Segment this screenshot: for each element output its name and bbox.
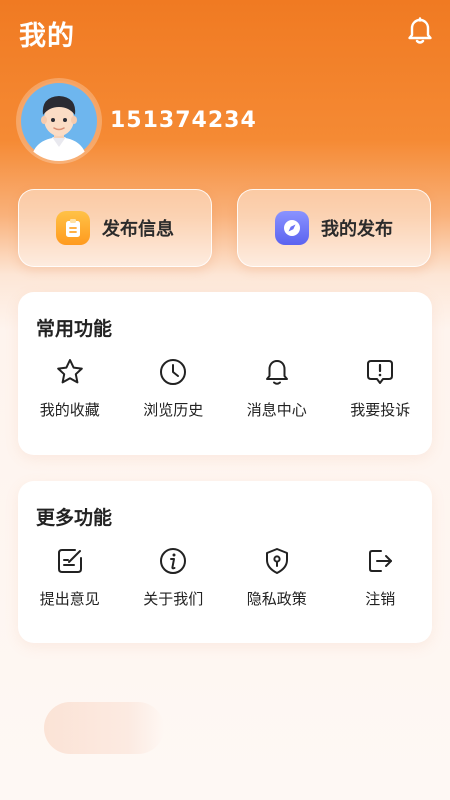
message-center-item[interactable]: 消息中心	[225, 356, 329, 420]
logout-label: 注销	[365, 590, 396, 608]
history-label: 浏览历史	[143, 401, 204, 419]
star-icon	[54, 356, 86, 388]
page-title: 我的	[19, 21, 75, 52]
common-functions-title: 常用功能	[36, 318, 113, 340]
privacy-policy-item[interactable]: 隐私政策	[225, 545, 329, 609]
bell-icon	[261, 356, 293, 388]
decorative-blob	[44, 702, 164, 754]
user-avatar-icon	[21, 83, 97, 161]
report-icon	[364, 356, 396, 388]
feedback-label: 提出意见	[39, 590, 100, 608]
avatar[interactable]	[19, 81, 99, 161]
logout-item[interactable]: 注销	[329, 545, 433, 609]
shield-icon	[261, 545, 293, 577]
my-posts-button[interactable]: 我的发布	[237, 189, 431, 267]
favorites-item[interactable]: 我的收藏	[18, 356, 122, 420]
bell-icon	[408, 17, 432, 44]
info-icon	[157, 545, 189, 577]
compass-icon	[275, 211, 309, 245]
clipboard-icon	[56, 211, 90, 245]
message-center-label: 消息中心	[246, 401, 307, 419]
logout-icon	[364, 545, 396, 577]
more-functions-card: 更多功能 提出意见 关于我们 隐私政策 注销	[18, 481, 432, 643]
my-posts-label: 我的发布	[321, 219, 393, 240]
publish-info-button[interactable]: 发布信息	[18, 189, 212, 267]
about-us-label: 关于我们	[143, 590, 204, 608]
clock-icon	[157, 356, 189, 388]
edit-icon	[54, 545, 86, 577]
common-functions-grid: 我的收藏 浏览历史 消息中心 我要投诉	[18, 356, 432, 420]
complaint-label: 我要投诉	[350, 401, 411, 419]
privacy-policy-label: 隐私政策	[246, 590, 307, 608]
about-us-item[interactable]: 关于我们	[122, 545, 226, 609]
history-item[interactable]: 浏览历史	[122, 356, 226, 420]
header: 我的	[0, 0, 450, 64]
more-functions-grid: 提出意见 关于我们 隐私政策 注销	[18, 545, 432, 609]
favorites-label: 我的收藏	[39, 401, 100, 419]
more-functions-title: 更多功能	[36, 507, 113, 529]
publish-info-label: 发布信息	[102, 219, 174, 240]
notification-button[interactable]	[404, 14, 436, 48]
complaint-item[interactable]: 我要投诉	[329, 356, 433, 420]
common-functions-card: 常用功能 我的收藏 浏览历史 消息中心 我要投诉	[18, 292, 432, 455]
username: 151374234	[110, 108, 257, 133]
feedback-item[interactable]: 提出意见	[18, 545, 122, 609]
